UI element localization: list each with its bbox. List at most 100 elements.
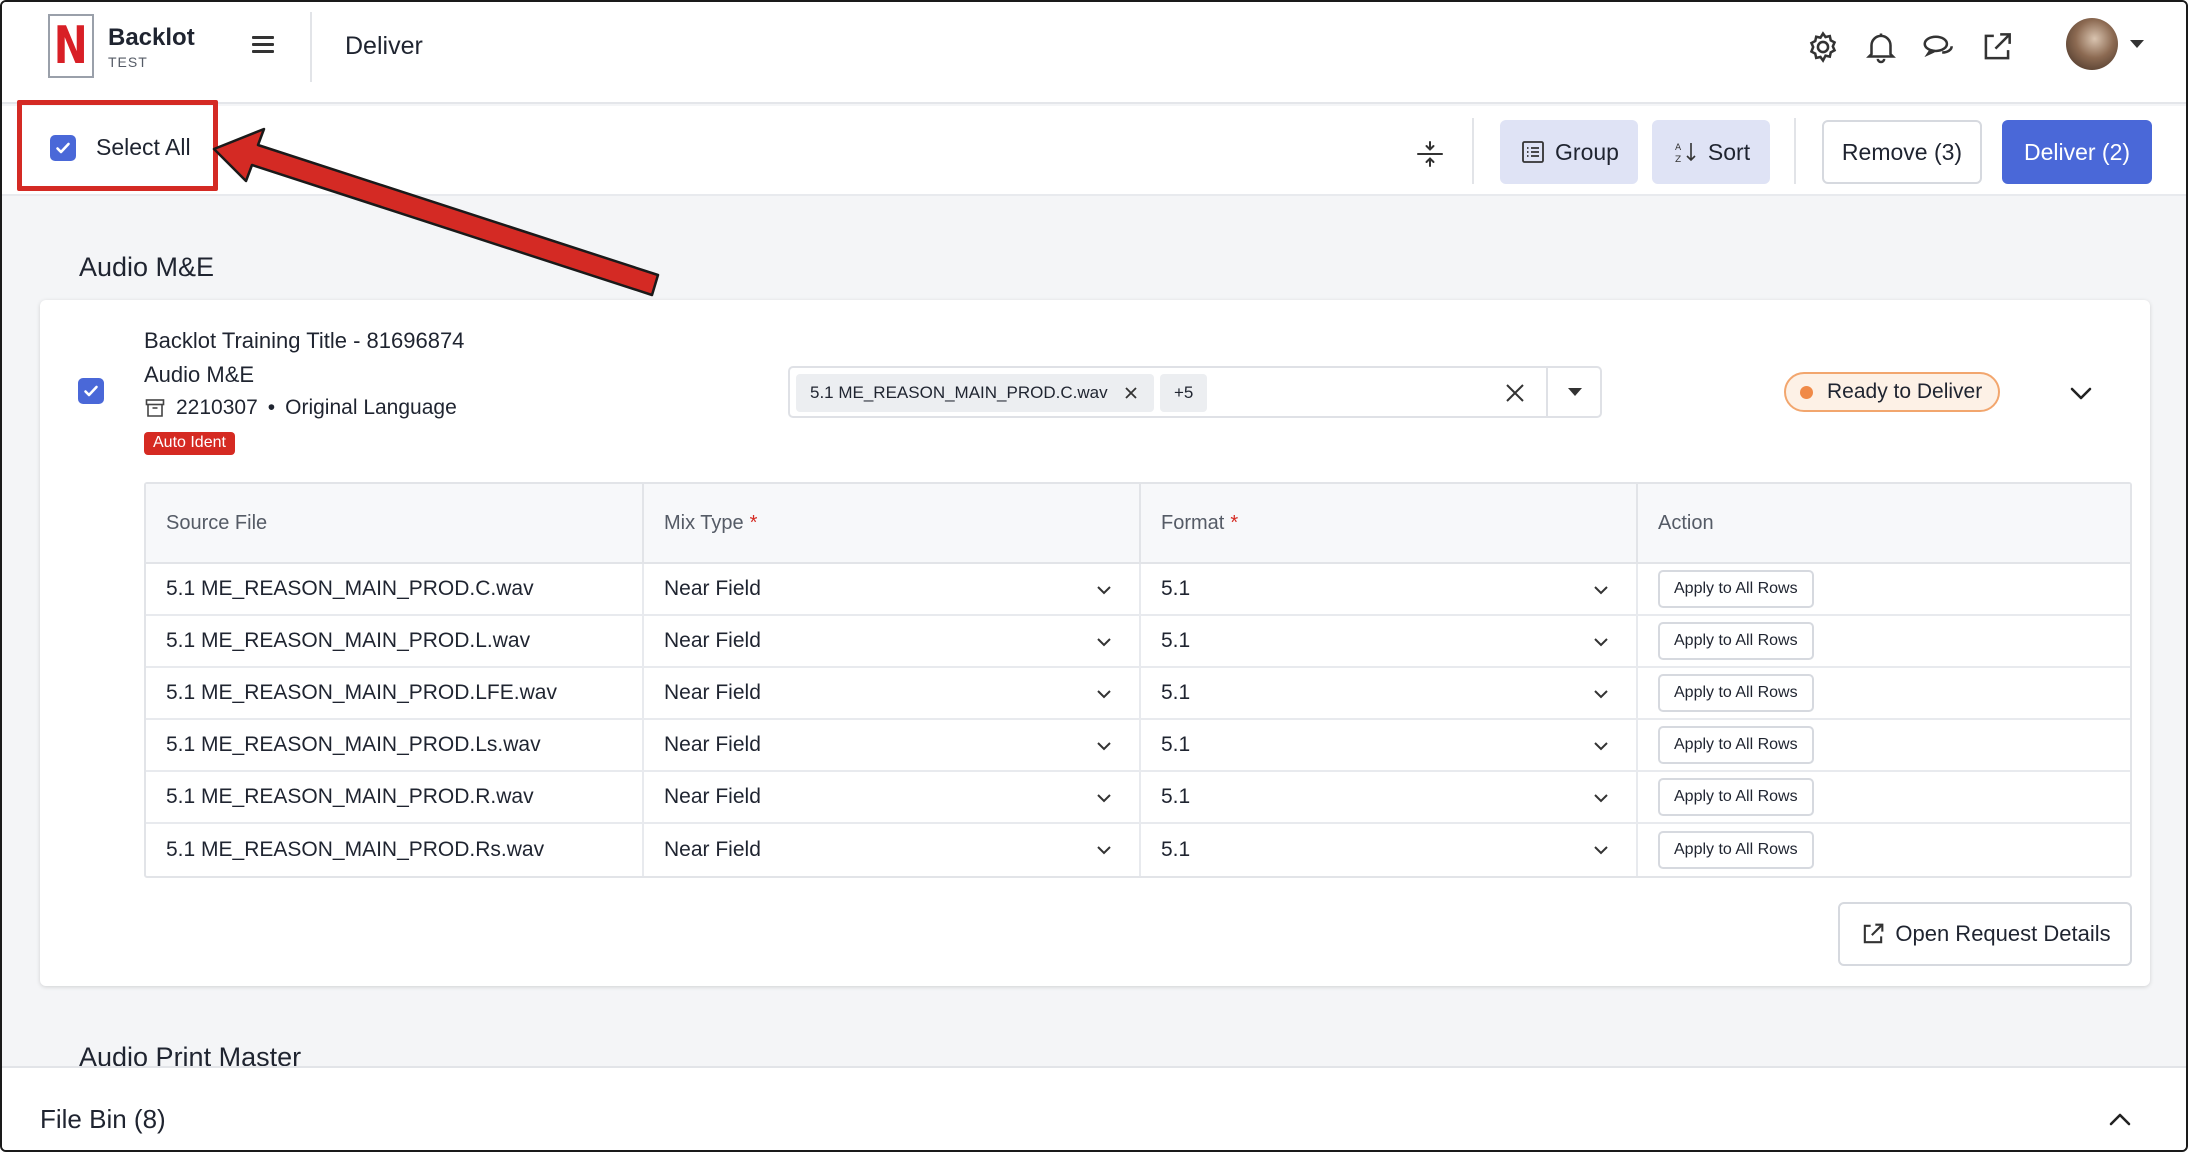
chevron-down-icon[interactable] <box>2064 376 2098 410</box>
chevron-down-icon <box>1097 742 1111 751</box>
file-chip-label: 5.1 ME_REASON_MAIN_PROD.C.wav <box>810 383 1108 402</box>
header-divider <box>310 12 312 82</box>
column-header-format: Format * <box>1141 484 1638 562</box>
collapse-all-icon[interactable] <box>1410 134 1450 174</box>
action-cell: Apply to All Rows <box>1638 616 2130 666</box>
table-header: Source File Mix Type * Format * Action <box>146 484 2130 564</box>
request-meta: 2210307 • Original Language <box>144 396 457 420</box>
required-marker: * <box>1230 511 1239 534</box>
meta-separator: • <box>267 396 276 419</box>
page-title: Deliver <box>345 32 423 60</box>
table-row: 5.1 ME_REASON_MAIN_PROD.C.wav Near Field… <box>146 564 2130 616</box>
action-cell: Apply to All Rows <box>1638 564 2130 614</box>
app-environment: TEST <box>108 54 148 70</box>
apply-to-all-rows-button[interactable]: Apply to All Rows <box>1658 726 1814 764</box>
list-icon <box>1522 141 1544 163</box>
avatar-menu-caret-icon[interactable] <box>2130 40 2144 48</box>
external-link-icon[interactable] <box>1978 28 2016 66</box>
apply-to-all-rows-button[interactable]: Apply to All Rows <box>1658 674 1814 712</box>
chevron-down-icon <box>1097 690 1111 699</box>
apply-to-all-rows-button[interactable]: Apply to All Rows <box>1658 570 1814 608</box>
dropdown-caret-icon[interactable] <box>1568 388 1582 396</box>
source-file-cell: 5.1 ME_REASON_MAIN_PROD.L.wav <box>146 616 644 666</box>
chat-icon[interactable] <box>1920 28 1958 66</box>
clear-selection-icon[interactable] <box>1502 380 1528 406</box>
auto-ident-tag: Auto Ident <box>144 432 235 455</box>
app-logo[interactable]: N <box>48 14 94 78</box>
action-cell: Apply to All Rows <box>1638 720 2130 770</box>
archive-icon <box>145 399 165 417</box>
bell-icon[interactable] <box>1862 28 1900 66</box>
mix-type-select[interactable]: Near Field <box>644 564 1141 614</box>
hamburger-menu-icon[interactable] <box>248 32 278 62</box>
chevron-down-icon <box>1594 846 1608 855</box>
section-title: Audio M&E <box>79 252 215 282</box>
chevron-down-icon <box>1594 586 1608 595</box>
apply-to-all-rows-button[interactable]: Apply to All Rows <box>1658 622 1814 660</box>
group-button-label: Group <box>1555 138 1619 165</box>
column-header-source-file: Source File <box>146 484 644 562</box>
column-header-mix-type: Mix Type * <box>644 484 1141 562</box>
status-label: Ready to Deliver <box>1827 380 1983 403</box>
more-files-chip[interactable]: +5 <box>1160 374 1208 412</box>
request-title: Backlot Training Title - 81696874 <box>144 328 465 353</box>
group-button[interactable]: Group <box>1500 120 1638 184</box>
remove-button[interactable]: Remove (3) <box>1822 120 1982 184</box>
action-cell: Apply to All Rows <box>1638 824 2130 876</box>
request-language: Original Language <box>285 396 457 419</box>
source-file-cell: 5.1 ME_REASON_MAIN_PROD.Ls.wav <box>146 720 644 770</box>
action-cell: Apply to All Rows <box>1638 668 2130 718</box>
format-select[interactable]: 5.1 <box>1141 668 1638 718</box>
sort-az-icon: A Z <box>1675 143 1696 165</box>
chevron-down-icon <box>1594 794 1608 803</box>
toolbar-divider <box>1472 118 1474 184</box>
apply-to-all-rows-button[interactable]: Apply to All Rows <box>1658 778 1814 816</box>
chevron-down-icon <box>1594 690 1608 699</box>
status-dot-icon <box>1800 385 1813 399</box>
table-row: 5.1 ME_REASON_MAIN_PROD.R.wav Near Field… <box>146 772 2130 824</box>
mix-type-select[interactable]: Near Field <box>644 616 1141 666</box>
apply-to-all-rows-button[interactable]: Apply to All Rows <box>1658 831 1814 869</box>
mix-type-select[interactable]: Near Field <box>644 824 1141 876</box>
column-header-action: Action <box>1658 511 1714 534</box>
status-badge: Ready to Deliver <box>1784 372 2001 412</box>
gear-icon[interactable] <box>1804 28 1842 66</box>
source-file-cell: 5.1 ME_REASON_MAIN_PROD.C.wav <box>146 564 644 614</box>
table-row: 5.1 ME_REASON_MAIN_PROD.LFE.wav Near Fie… <box>146 668 2130 720</box>
format-select[interactable]: 5.1 <box>1141 772 1638 822</box>
format-select[interactable]: 5.1 <box>1141 824 1638 876</box>
open-request-details-button[interactable]: Open Request Details <box>1838 902 2132 966</box>
checkbox-checked-icon <box>84 385 98 397</box>
more-files-label: +5 <box>1174 383 1194 402</box>
app-header: N Backlot TEST Deliver <box>2 2 2186 104</box>
remove-chip-icon[interactable] <box>1122 384 1140 402</box>
app-window: N Backlot TEST Deliver Select All Group … <box>0 0 2188 1152</box>
file-bin-panel[interactable] <box>2 1066 2186 1150</box>
file-multiselect[interactable]: 5.1 ME_REASON_MAIN_PROD.C.wav +5 <box>788 366 1602 418</box>
format-select[interactable]: 5.1 <box>1141 564 1638 614</box>
table-row: 5.1 ME_REASON_MAIN_PROD.Rs.wav Near Fiel… <box>146 824 2130 876</box>
action-cell: Apply to All Rows <box>1638 772 2130 822</box>
svg-text:Z: Z <box>1675 155 1681 165</box>
chevron-down-icon <box>1594 742 1608 751</box>
toolbar-divider <box>1794 118 1796 184</box>
multiselect-divider <box>1546 368 1548 416</box>
remove-button-label: Remove (3) <box>1841 138 1963 165</box>
chevron-down-icon <box>1097 586 1111 595</box>
format-select[interactable]: 5.1 <box>1141 616 1638 666</box>
request-checkbox[interactable] <box>78 378 104 404</box>
mix-type-select[interactable]: Near Field <box>644 720 1141 770</box>
file-chip[interactable]: 5.1 ME_REASON_MAIN_PROD.C.wav <box>796 374 1154 412</box>
user-avatar[interactable] <box>2066 18 2118 70</box>
sort-button[interactable]: A Z Sort <box>1652 120 1770 184</box>
deliver-button-label: Deliver (2) <box>2023 138 2131 165</box>
source-file-cell: 5.1 ME_REASON_MAIN_PROD.LFE.wav <box>146 668 644 718</box>
mix-type-select[interactable]: Near Field <box>644 772 1141 822</box>
mix-type-select[interactable]: Near Field <box>644 668 1141 718</box>
annotation-highlight-box <box>17 100 218 191</box>
deliver-button[interactable]: Deliver (2) <box>2002 120 2152 184</box>
format-select[interactable]: 5.1 <box>1141 720 1638 770</box>
chevron-down-icon <box>1594 638 1608 647</box>
source-file-cell: 5.1 ME_REASON_MAIN_PROD.R.wav <box>146 772 644 822</box>
chevron-up-icon[interactable] <box>2102 1102 2138 1138</box>
